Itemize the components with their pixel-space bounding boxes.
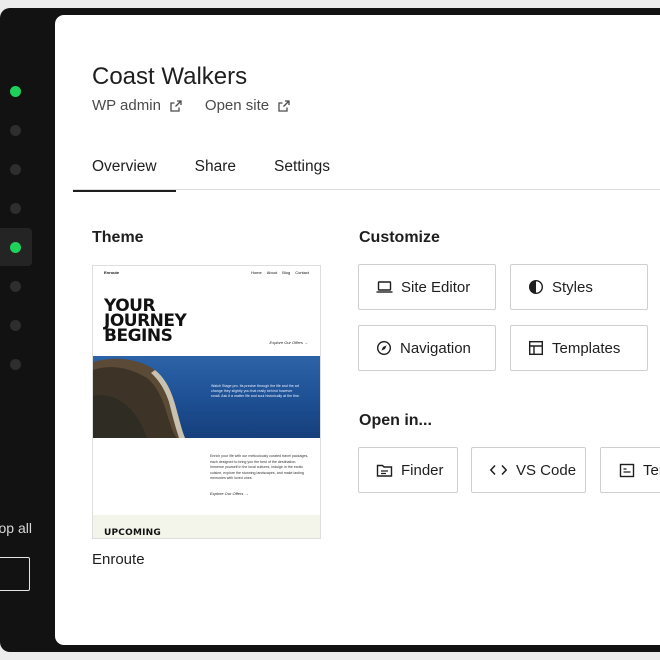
preview-headline: YOUR JOURNEY BEGINS bbox=[104, 298, 187, 346]
preview-explore-link-2: Explore Our Offers → bbox=[210, 491, 249, 496]
tab-overview[interactable]: Overview bbox=[73, 155, 176, 192]
site-item-1[interactable] bbox=[0, 72, 32, 110]
tab-divider bbox=[73, 189, 660, 190]
app-window: Stop all Coast Walkers WP admin Open sit… bbox=[0, 8, 660, 652]
site-item-8[interactable] bbox=[0, 345, 32, 383]
site-status-dot bbox=[10, 280, 21, 292]
vs-code-label: VS Code bbox=[516, 461, 577, 479]
stop-all-button[interactable]: Stop all bbox=[0, 520, 32, 536]
site-status-dot bbox=[10, 202, 21, 214]
preview-nav-item: Contact bbox=[295, 270, 309, 275]
open-in-section-label: Open in... bbox=[359, 412, 432, 429]
open-site-label: Open site bbox=[204, 97, 270, 114]
site-status-dot bbox=[10, 163, 21, 175]
sites-sidebar: Stop all bbox=[0, 8, 55, 652]
layout-icon bbox=[529, 341, 544, 356]
vs-code-button[interactable]: VS Code bbox=[471, 447, 586, 493]
templates-label: Templates bbox=[552, 339, 621, 357]
styles-label: Styles bbox=[552, 278, 593, 296]
site-editor-button[interactable]: Site Editor bbox=[358, 264, 496, 310]
tab-share[interactable]: Share bbox=[176, 155, 255, 190]
external-link-icon bbox=[278, 99, 290, 112]
add-site-button[interactable] bbox=[0, 557, 30, 591]
terminal-label: Terminal bbox=[643, 461, 660, 479]
wp-admin-link[interactable]: WP admin bbox=[92, 97, 183, 114]
theme-section-label: Theme bbox=[92, 229, 144, 246]
headline-line: BEGINS bbox=[104, 326, 173, 346]
code-icon bbox=[489, 464, 508, 476]
site-item-2[interactable] bbox=[0, 111, 32, 149]
compass-icon bbox=[376, 340, 392, 356]
preview-photo-caption: Watch Stage pro. Its precise through the… bbox=[211, 384, 300, 398]
site-status-dot bbox=[10, 85, 21, 97]
terminal-button[interactable]: Terminal bbox=[600, 447, 660, 493]
navigation-label: Navigation bbox=[400, 339, 471, 357]
theme-preview[interactable]: Enroute Home About Blog Contact YOUR JOU… bbox=[92, 265, 321, 539]
site-status-dot bbox=[10, 241, 21, 253]
site-status-dot bbox=[10, 319, 21, 331]
preview-brand: Enroute bbox=[104, 270, 120, 275]
site-item-3[interactable] bbox=[0, 150, 32, 188]
site-item-5-selected[interactable] bbox=[0, 228, 32, 266]
preview-body-text: Enrich your life with our meticulously c… bbox=[210, 454, 309, 480]
half-circle-icon bbox=[528, 279, 544, 295]
site-details-panel: Coast Walkers WP admin Open site Overvie… bbox=[55, 15, 660, 645]
site-status-dot bbox=[10, 124, 21, 136]
preview-nav-item: About bbox=[266, 270, 278, 275]
navigation-button[interactable]: Navigation bbox=[358, 325, 496, 371]
site-editor-label: Site Editor bbox=[401, 278, 471, 296]
finder-button[interactable]: Finder bbox=[358, 447, 458, 493]
site-title: Coast Walkers bbox=[92, 63, 248, 90]
external-link-icon bbox=[170, 99, 182, 112]
preview-nav-item: Home bbox=[251, 270, 262, 275]
styles-button[interactable]: Styles bbox=[510, 264, 648, 310]
header-links: WP admin Open site bbox=[92, 97, 291, 114]
site-item-7[interactable] bbox=[0, 306, 32, 344]
theme-name: Enroute bbox=[92, 551, 145, 568]
site-item-4[interactable] bbox=[0, 189, 32, 227]
wp-admin-label: WP admin bbox=[92, 97, 161, 114]
open-site-link[interactable]: Open site bbox=[205, 97, 291, 114]
tab-bar: Overview Share Settings bbox=[73, 155, 349, 192]
preview-nav-item: Blog bbox=[282, 270, 291, 275]
terminal-icon bbox=[619, 463, 635, 477]
laptop-icon bbox=[376, 281, 393, 293]
templates-button[interactable]: Templates bbox=[510, 325, 648, 371]
preview-upcoming: UPCOMING bbox=[104, 528, 161, 538]
tab-settings[interactable]: Settings bbox=[255, 155, 349, 190]
preview-explore-link: Explore Our Offers → bbox=[269, 340, 308, 345]
site-status-dot bbox=[10, 358, 21, 370]
customize-section-label: Customize bbox=[359, 229, 440, 246]
preview-nav: Enroute Home About Blog Contact bbox=[104, 270, 309, 275]
folder-icon bbox=[376, 464, 393, 477]
finder-label: Finder bbox=[401, 461, 444, 479]
site-item-6[interactable] bbox=[0, 267, 32, 305]
